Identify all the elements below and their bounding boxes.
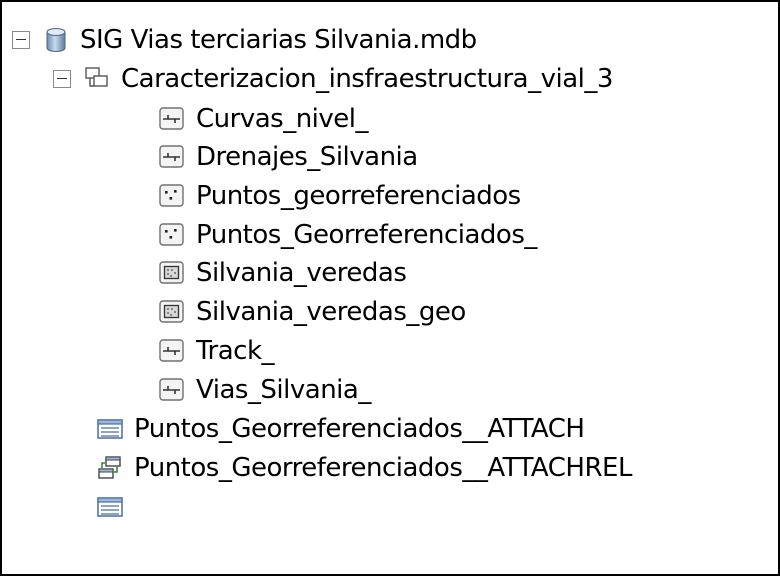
tree-node-table[interactable] xyxy=(96,487,134,527)
line-feature-class-icon xyxy=(158,376,186,404)
tree-node-relationship-class[interactable]: Puntos_Georreferenciados__ATTACHREL xyxy=(96,448,632,488)
tree-node-feature-class[interactable]: Silvania_veredas_geo xyxy=(158,292,466,332)
line-feature-class-icon xyxy=(158,337,186,365)
polygon-feature-class-icon xyxy=(158,259,186,287)
tree-node-label: Puntos_georreferenciados xyxy=(196,181,521,211)
tree-node-label: Track_ xyxy=(196,336,275,366)
collapse-toggle[interactable] xyxy=(12,31,30,49)
tree-node-label: Puntos_Georreferenciados__ATTACHREL xyxy=(134,453,632,483)
tree-node-label: Caracterizacion_insfraestructura_vial_3 xyxy=(121,64,613,94)
tree-node-label: Vias_Silvania_ xyxy=(196,375,371,405)
line-feature-class-icon xyxy=(158,143,186,171)
table-icon xyxy=(96,415,124,443)
polygon-feature-class-icon xyxy=(158,298,186,326)
point-feature-class-icon xyxy=(158,221,186,249)
table-icon xyxy=(96,493,124,521)
catalog-tree: SIG Vias terciarias Silvania.mdb Caracte… xyxy=(0,0,780,576)
tree-node-label: Curvas_nivel_ xyxy=(196,104,369,134)
tree-node-label: SIG Vias terciarias Silvania.mdb xyxy=(80,25,477,55)
tree-node-label: Silvania_veredas_geo xyxy=(196,297,466,327)
tree-node-feature-class[interactable]: Silvania_veredas xyxy=(158,253,407,293)
tree-node-label: Puntos_Georreferenciados_ xyxy=(196,220,537,250)
collapse-toggle[interactable] xyxy=(53,70,71,88)
tree-node-feature-class[interactable]: Curvas_nivel_ xyxy=(158,99,369,139)
tree-node-database[interactable]: SIG Vias terciarias Silvania.mdb xyxy=(12,20,477,60)
tree-node-feature-class[interactable]: Track_ xyxy=(158,331,275,371)
tree-node-label: Puntos_Georreferenciados__ATTACH xyxy=(134,414,585,444)
tree-node-feature-class[interactable]: Puntos_Georreferenciados_ xyxy=(158,215,537,255)
line-feature-class-icon xyxy=(158,105,186,133)
feature-dataset-icon xyxy=(83,65,111,93)
tree-node-feature-class[interactable]: Puntos_georreferenciados xyxy=(158,176,521,216)
tree-node-feature-class[interactable]: Drenajes_Silvania xyxy=(158,137,418,177)
point-feature-class-icon xyxy=(158,182,186,210)
tree-node-feature-class[interactable]: Vias_Silvania_ xyxy=(158,370,371,410)
tree-node-label: Drenajes_Silvania xyxy=(196,142,418,172)
tree-node-label: Silvania_veredas xyxy=(196,258,407,288)
database-icon xyxy=(42,26,70,54)
relationship-class-icon xyxy=(96,454,124,482)
tree-node-feature-dataset[interactable]: Caracterizacion_insfraestructura_vial_3 xyxy=(53,59,613,99)
tree-node-table[interactable]: Puntos_Georreferenciados__ATTACH xyxy=(96,409,585,449)
